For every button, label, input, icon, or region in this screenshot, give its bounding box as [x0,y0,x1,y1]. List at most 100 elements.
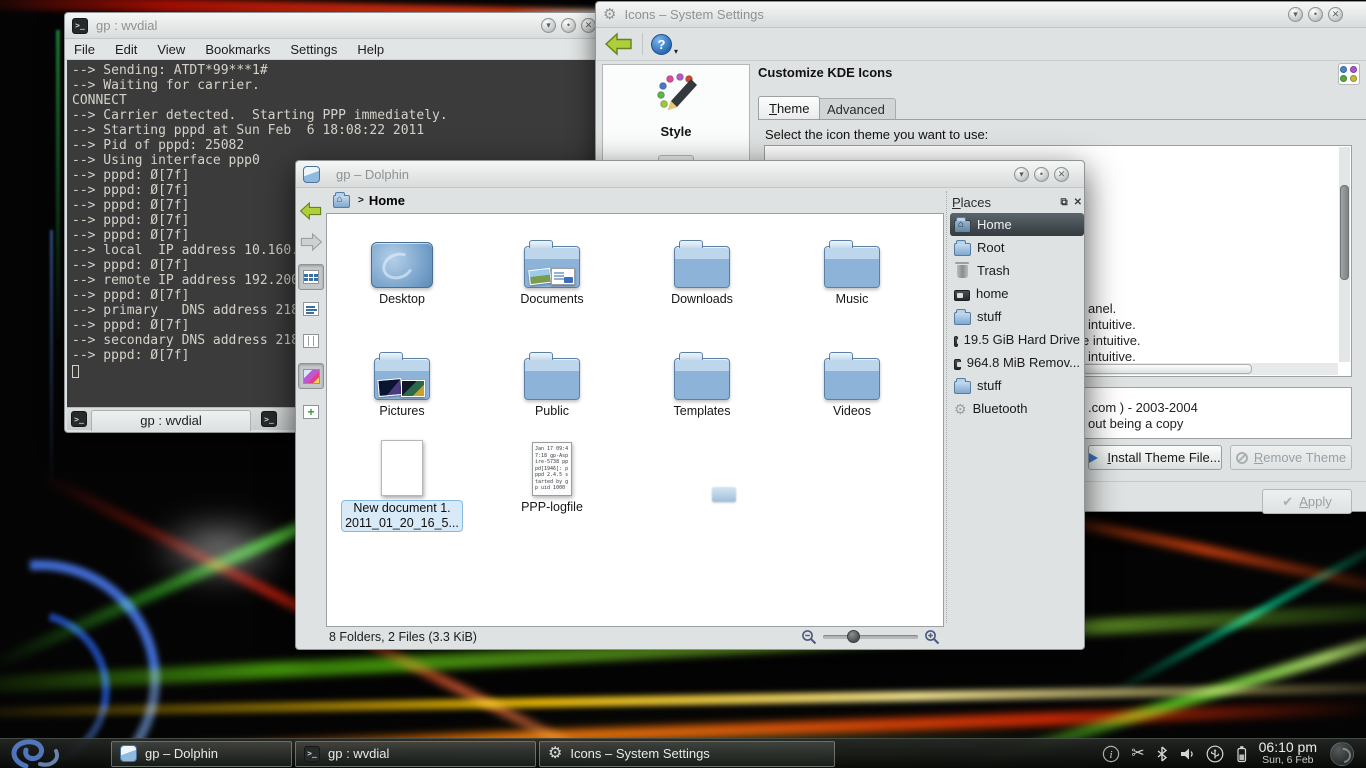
back-button[interactable] [298,198,324,224]
konsole-menubar: File Edit View Bookmarks Settings Help [65,39,603,60]
split-view-button[interactable]: + [298,399,324,425]
file-item-ppp-logfile[interactable]: Jan 17 09:47:18 gp-Aspire-5738 pppd[1946… [477,432,627,515]
wallpaper-glow [150,515,290,585]
minimize-button[interactable]: ▾ [1014,167,1029,182]
battery-icon[interactable] [1235,745,1248,763]
system-settings-titlebar[interactable]: ⚙ Icons – System Settings ▾ • ✕ [596,2,1366,28]
back-button[interactable] [604,32,634,56]
system-tray: i ✂ 06:10 pm Sun, 6 Feb [1102,740,1366,767]
tab-pane-border [758,119,1366,120]
folder-item-documents[interactable]: Documents [477,224,627,307]
text-preview-icon: Jan 17 09:47:18 gp-Aspire-5738 pppd[1946… [532,442,572,496]
maximize-button[interactable]: • [561,18,576,33]
maximize-button[interactable]: • [1034,167,1049,182]
forward-button[interactable] [298,229,324,255]
place-item-bluetooth[interactable]: ⚙ Bluetooth [950,397,1084,420]
help-button[interactable]: ? [651,34,672,55]
close-button[interactable]: ✕ [1328,7,1343,22]
close-button[interactable]: ✕ [1054,167,1069,182]
folder-icon [954,381,971,394]
breadcrumb-home-button[interactable]: ⌂ [329,190,353,210]
close-panel-button[interactable]: ✕ [1074,197,1082,208]
theme-list-text: intuitive. [1088,349,1136,364]
place-item-stuff[interactable]: stuff [950,305,1084,328]
house-glyph: ⌂ [958,220,964,230]
menu-view[interactable]: View [157,42,185,57]
dolphin-statusbar: 8 Folders, 2 Files (3.3 KiB) [296,625,1084,649]
menu-file[interactable]: File [74,42,95,57]
konsole-tab[interactable]: gp : wvdial [91,410,251,431]
place-item-home-partition[interactable]: home [950,282,1084,305]
columns-view-icon [303,334,319,348]
taskbar-task-system-settings[interactable]: ⚙ Icons – System Settings [539,741,835,767]
menu-settings[interactable]: Settings [290,42,337,57]
folder-item-desktop[interactable]: Desktop [327,224,477,307]
documents-folder-icon [524,246,580,288]
clock-date: Sun, 6 Feb [1259,755,1317,767]
wallpaper-ray [0,682,1366,718]
folder-item-public[interactable]: Public [477,336,627,419]
menu-help[interactable]: Help [357,42,384,57]
taskbar-task-konsole[interactable]: >_ gp : wvdial [295,741,536,767]
taskbar-task-dolphin[interactable]: gp – Dolphin [111,741,292,767]
tab-theme[interactable]: Theme [758,96,820,119]
details-view-icon [303,302,319,316]
place-item-removable[interactable]: 964.8 MiB Remov... [950,351,1084,374]
minimize-button[interactable]: ▾ [541,18,556,33]
details-view-button[interactable] [298,296,324,322]
icons-view-button[interactable] [298,264,324,290]
preview-button[interactable] [298,363,324,389]
folder-item-music[interactable]: Music [777,224,927,307]
place-label: home [976,286,1009,301]
button-label: Apply [1299,494,1332,509]
place-item-stuff-2[interactable]: stuff [950,374,1084,397]
remove-theme-button[interactable]: Remove Theme [1230,445,1352,470]
folder-view[interactable]: Desktop Documents Downloads Music [326,213,944,627]
maximize-button[interactable]: • [1308,7,1323,22]
clock[interactable]: 06:10 pm Sun, 6 Feb [1259,740,1317,767]
zoom-in-icon[interactable] [924,629,940,645]
new-tab-button[interactable]: >_ [67,409,91,429]
app-launcher-button[interactable] [0,739,108,768]
konsole-titlebar[interactable]: >_ gp : wvdial ▾ • ✕ [65,13,603,39]
icon-sizes-button[interactable] [1338,63,1360,85]
minimize-button[interactable]: ▾ [1288,7,1303,22]
apply-button[interactable]: ✔ Apply [1262,489,1352,514]
scrollbar-thumb[interactable] [1340,185,1349,280]
menu-edit[interactable]: Edit [115,42,137,57]
dolphin-titlebar[interactable]: gp – Dolphin ▾ • ✕ [296,161,1084,188]
float-panel-button[interactable]: ⧉ [1060,197,1067,208]
klipper-scissors-icon[interactable]: ✂ [1131,746,1144,762]
tab-label: Advanced [827,102,885,117]
zoom-out-icon[interactable] [801,629,817,645]
theme-list-text: e intuitive. [1082,333,1141,348]
bluetooth-tray-icon[interactable] [1156,746,1168,762]
volume-icon[interactable] [1179,746,1195,762]
folder-item-templates[interactable]: Templates [627,336,777,419]
place-item-hard-drive[interactable]: 19.5 GiB Hard Drive [950,328,1084,351]
sidebar-item-style[interactable]: Style [603,71,749,139]
vertical-scrollbar[interactable] [1339,147,1350,362]
item-label: Desktop [327,292,477,307]
place-item-trash[interactable]: Trash [950,259,1084,282]
panel-toolbox-cashew[interactable] [1330,742,1354,766]
tab-advanced[interactable]: Advanced [816,98,896,119]
device-notifier-usb-icon[interactable] [1206,745,1224,763]
style-icon [653,71,699,117]
place-item-root[interactable]: Root [950,236,1084,259]
columns-view-button[interactable] [298,328,324,354]
close-button[interactable]: ✕ [581,18,596,33]
zoom-slider[interactable] [823,635,918,639]
folder-item-videos[interactable]: Videos [777,336,927,419]
zoom-slider-knob[interactable] [847,630,860,643]
menu-bookmarks[interactable]: Bookmarks [205,42,270,57]
install-theme-button[interactable]: Install Theme File... [1088,445,1222,470]
info-tray-icon[interactable]: i [1102,745,1120,763]
breadcrumb-home[interactable]: Home [369,193,405,208]
folder-item-downloads[interactable]: Downloads [627,224,777,307]
folder-item-pictures[interactable]: Pictures [327,336,477,419]
place-item-home[interactable]: ⌂ Home [950,213,1084,236]
no-entry-icon [1236,452,1248,464]
close-tab-button[interactable]: >_ [257,409,281,429]
file-item-new-document[interactable]: New document 1.2011_01_20_16_5... [327,432,477,532]
